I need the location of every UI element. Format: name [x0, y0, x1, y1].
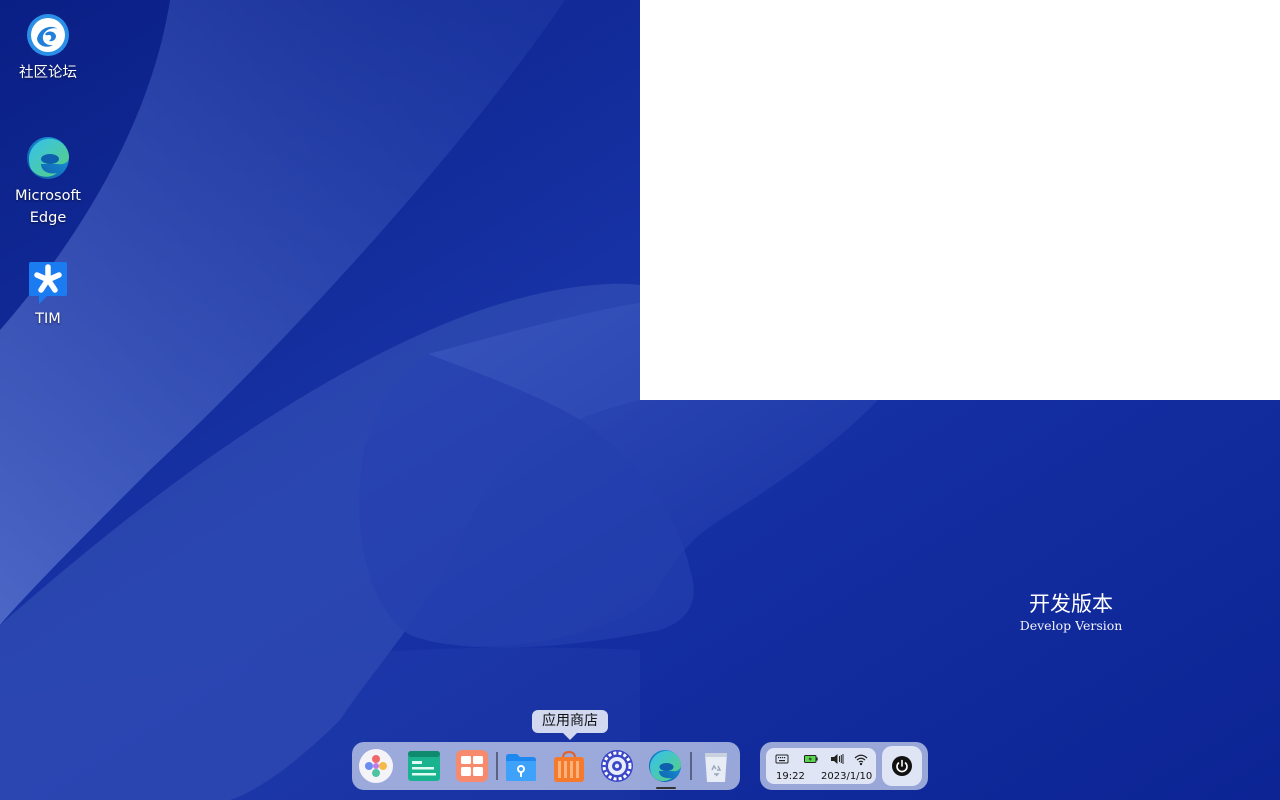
- edge-icon: [27, 137, 69, 179]
- clock-date[interactable]: 2023/1/10: [821, 771, 872, 783]
- desktop-icon-label-line: Edge: [29, 210, 67, 226]
- edge-icon: [649, 750, 681, 782]
- trash-icon: [705, 753, 727, 782]
- desktop-icon-label: 社区论坛: [19, 65, 77, 81]
- launcher-icon: [359, 749, 393, 783]
- dock-item-edge[interactable]: [647, 748, 683, 784]
- battery-tray-item[interactable]: [804, 752, 818, 766]
- tray-panel: 19:22 2023/1/10: [766, 748, 876, 784]
- wifi-tray-item[interactable]: [854, 752, 868, 766]
- active-app-indicator: [656, 787, 676, 789]
- desktop-icon-label-line: Microsoft: [15, 188, 81, 204]
- dock-item-app-store[interactable]: [551, 748, 587, 784]
- dock-separator: [496, 752, 498, 780]
- blank-window[interactable]: [640, 0, 1280, 400]
- volume-tray-item[interactable]: [830, 752, 844, 766]
- dock-item-multitask-view[interactable]: [454, 748, 490, 784]
- system-tray: 19:22 2023/1/10: [760, 742, 928, 790]
- dock-item-trash[interactable]: [698, 748, 734, 784]
- wifi-icon: [854, 754, 868, 766]
- develop-version-watermark: 开发版本 Develop Version: [1000, 590, 1142, 634]
- control-center-icon: [601, 750, 633, 782]
- keyboard-icon: [775, 754, 789, 764]
- battery-icon: [804, 755, 818, 763]
- power-button[interactable]: [882, 746, 922, 786]
- watermark-title: 开发版本: [1029, 592, 1113, 616]
- power-icon: [892, 756, 912, 776]
- tim-icon: [29, 262, 67, 304]
- dock-item-file-manager[interactable]: [503, 748, 539, 784]
- multitask-view-icon: [456, 750, 488, 782]
- deepin-forum-icon: [27, 14, 69, 56]
- desktop-icon-label: Microsoft Edge: [4, 185, 92, 229]
- dock-tooltip: 应用商店: [532, 710, 608, 740]
- watermark-subtitle: Develop Version: [1019, 618, 1123, 633]
- dock-item-control-center[interactable]: [599, 748, 635, 784]
- file-manager-icon: [506, 754, 536, 781]
- desktop-icon-edge[interactable]: Microsoft Edge: [4, 135, 92, 229]
- dock: [352, 742, 740, 790]
- desktop-icon-tim[interactable]: TIM: [4, 258, 92, 330]
- desktop-icon-label: TIM: [35, 311, 61, 327]
- app-store-icon: [554, 750, 584, 782]
- keyboard-tray-item[interactable]: [775, 752, 789, 766]
- desktop-icon-forum[interactable]: 社区论坛: [4, 12, 92, 84]
- volume-icon: [831, 754, 844, 764]
- dock-item-launcher[interactable]: [358, 748, 394, 784]
- clock-time[interactable]: 19:22: [776, 771, 805, 783]
- terminal-icon: [408, 751, 440, 781]
- dock-separator: [690, 752, 692, 780]
- dock-item-terminal[interactable]: [406, 748, 442, 784]
